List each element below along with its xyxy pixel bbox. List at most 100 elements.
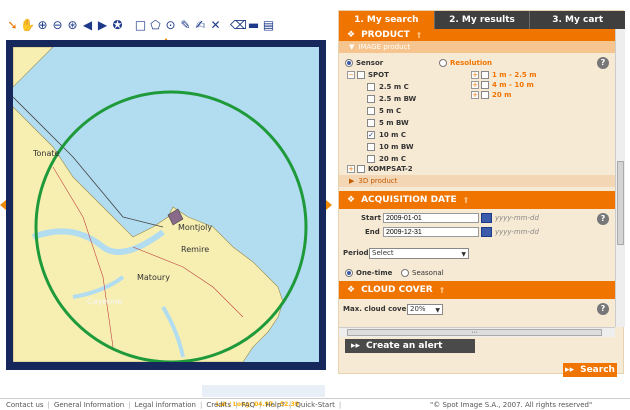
globe-icon[interactable]: ⊛: [66, 17, 79, 33]
sensor-option-row[interactable]: ✓ 10 m C: [367, 129, 406, 140]
search-button[interactable]: ▸▸ Search: [563, 363, 617, 377]
sensor-checkbox-checked[interactable]: ✓: [367, 130, 375, 139]
sensor-checkbox[interactable]: [367, 106, 375, 115]
delete-icon[interactable]: ✕: [209, 17, 222, 33]
previous-view-icon[interactable]: ◀: [81, 17, 94, 33]
tab-my-results[interactable]: 2. My results: [435, 11, 531, 29]
kompsat-tree-node[interactable]: + KOMPSAT-2: [347, 163, 413, 174]
kompsat-label: KOMPSAT-2: [368, 164, 413, 173]
sensor-radio[interactable]: [345, 58, 353, 67]
sensor-option-row[interactable]: 5 m BW: [367, 117, 409, 128]
sensor-option-label: 20 m C: [379, 154, 407, 163]
acquisition-section-header[interactable]: ❖ ACQUISITION DATE ⇑: [339, 191, 615, 209]
tab-bar: 1. My search 2. My results 3. My cart: [339, 11, 625, 29]
map-svg: [13, 47, 308, 362]
sensor-option-row[interactable]: 2.5 m BW: [367, 93, 416, 104]
collapse-arrow-icon: ⇑: [438, 285, 446, 295]
double-arrow-icon: ▸▸: [351, 341, 361, 351]
sensor-checkbox[interactable]: [367, 118, 375, 127]
draw-freehand-icon[interactable]: ✍: [194, 17, 207, 33]
next-view-icon[interactable]: ▶: [96, 17, 109, 33]
one-time-radio[interactable]: [345, 268, 353, 277]
footer-separator: |: [200, 400, 203, 409]
start-calendar-icon[interactable]: [481, 213, 492, 223]
draw-line-icon[interactable]: ✎: [179, 17, 192, 33]
period-select[interactable]: Select ▼: [369, 248, 469, 259]
full-extent-icon[interactable]: ✪: [111, 17, 124, 33]
sensor-option-row[interactable]: 5 m C: [367, 105, 401, 116]
zoom-out-icon[interactable]: ⊖: [51, 17, 64, 33]
tree-expand-icon[interactable]: +: [471, 90, 479, 99]
sensor-checkbox[interactable]: [367, 154, 375, 163]
cloud-help-icon[interactable]: ?: [597, 303, 609, 315]
3d-product-subheader[interactable]: ▶ 3D product: [339, 175, 615, 187]
pan-east-arrow[interactable]: [326, 200, 332, 210]
sensor-option-row[interactable]: 10 m BW: [367, 141, 414, 152]
pan-hand-icon[interactable]: ✋: [20, 17, 35, 33]
seasonal-label: Seasonal: [412, 268, 444, 277]
map-canvas[interactable]: Tonate Montjoly Remire Matoury Cayenne: [13, 47, 319, 362]
resolution-radio-row[interactable]: Resolution: [439, 57, 492, 68]
cloud-section-header[interactable]: ❖ CLOUD COVER ⇑: [339, 281, 615, 299]
end-calendar-icon[interactable]: [481, 227, 492, 237]
zoom-in-icon[interactable]: ⊕: [36, 17, 49, 33]
vertical-scrollbar[interactable]: [615, 29, 625, 327]
footer-link-faq[interactable]: FAQ: [241, 401, 255, 409]
max-cloud-select[interactable]: 20% ▼: [407, 304, 443, 315]
sensor-radio-row[interactable]: Sensor: [345, 57, 383, 68]
create-alert-button[interactable]: ▸▸ Create an alert: [345, 339, 475, 353]
footer-link-contact[interactable]: Contact us: [6, 401, 44, 409]
pointer-icon[interactable]: ➘: [6, 17, 19, 33]
resolution-option-row[interactable]: + 20 m: [471, 89, 511, 100]
product-section-header[interactable]: ❖ PRODUCT ⇑: [339, 29, 615, 41]
select-polygon-icon[interactable]: ⬠: [149, 17, 162, 33]
select-circle-icon[interactable]: ⊙: [164, 17, 177, 33]
footer-link-quickstart[interactable]: Quick-Start: [295, 401, 334, 409]
product-body: Sensor Resolution ? − SPOT 2.5 m C 2.5 m…: [339, 53, 615, 175]
acquisition-help-icon[interactable]: ?: [597, 213, 609, 225]
erase-icon[interactable]: ⌫: [230, 17, 247, 33]
sensor-checkbox[interactable]: [367, 82, 375, 91]
footer-link-legal[interactable]: Legal information: [135, 401, 196, 409]
image-product-subheader[interactable]: ▼ IMAGE product: [339, 41, 615, 53]
select-rectangle-icon[interactable]: □: [134, 17, 147, 33]
horizontal-scrollbar[interactable]: ⋯: [339, 327, 615, 337]
resolution-radio[interactable]: [439, 58, 447, 67]
criteria-scroll-area[interactable]: ❖ PRODUCT ⇑ ▼ IMAGE product Sensor Resol…: [339, 29, 615, 327]
resolution-checkbox[interactable]: [481, 90, 489, 99]
footer-link-general[interactable]: General Information: [54, 401, 124, 409]
footer-link-help[interactable]: Help?: [265, 401, 285, 409]
kompsat-checkbox[interactable]: [357, 164, 365, 173]
place-label-tonate: Tonate: [33, 149, 60, 158]
vertical-scroll-thumb[interactable]: [617, 161, 624, 245]
tab-my-cart[interactable]: 3. My cart: [530, 11, 625, 29]
tree-expand-icon[interactable]: +: [471, 80, 479, 89]
seasonal-radio-row[interactable]: Seasonal: [401, 267, 444, 278]
resolution-checkbox[interactable]: [481, 70, 489, 79]
sensor-checkbox[interactable]: [367, 94, 375, 103]
spot-checkbox[interactable]: [357, 70, 365, 79]
measure-icon[interactable]: ▬: [247, 17, 260, 33]
tree-collapse-icon[interactable]: −: [347, 70, 355, 79]
footer-link-credits[interactable]: Credits: [206, 401, 231, 409]
spot-tree-node[interactable]: − SPOT: [347, 69, 389, 80]
resolution-checkbox[interactable]: [481, 80, 489, 89]
horizontal-scroll-thumb[interactable]: ⋯: [347, 329, 602, 336]
start-date-input[interactable]: [383, 213, 479, 223]
tab-my-search[interactable]: 1. My search: [339, 11, 435, 29]
footer-separator: |: [289, 400, 292, 409]
tree-expand-icon[interactable]: +: [471, 70, 479, 79]
app-root: ➘ ✋ ⊕ ⊖ ⊛ ◀ ▶ ✪ □ ⬠ ⊙ ✎ ✍ ✕ ⌫ ▬ ▤ Tonate…: [0, 0, 630, 410]
sensor-checkbox[interactable]: [367, 142, 375, 151]
sensor-option-label: 10 m BW: [379, 142, 414, 151]
tree-expand-icon[interactable]: +: [347, 164, 355, 173]
sensor-option-row[interactable]: 2.5 m C: [367, 81, 409, 92]
seasonal-radio[interactable]: [401, 268, 409, 277]
one-time-radio-row[interactable]: One-time: [345, 267, 392, 278]
end-date-input[interactable]: [383, 227, 479, 237]
layers-icon[interactable]: ▤: [262, 17, 275, 33]
product-help-icon[interactable]: ?: [597, 57, 609, 69]
section-expand-icon: ❖: [347, 285, 356, 295]
map-viewer[interactable]: Tonate Montjoly Remire Matoury Cayenne ©…: [6, 40, 326, 408]
map-overview[interactable]: [201, 384, 326, 398]
